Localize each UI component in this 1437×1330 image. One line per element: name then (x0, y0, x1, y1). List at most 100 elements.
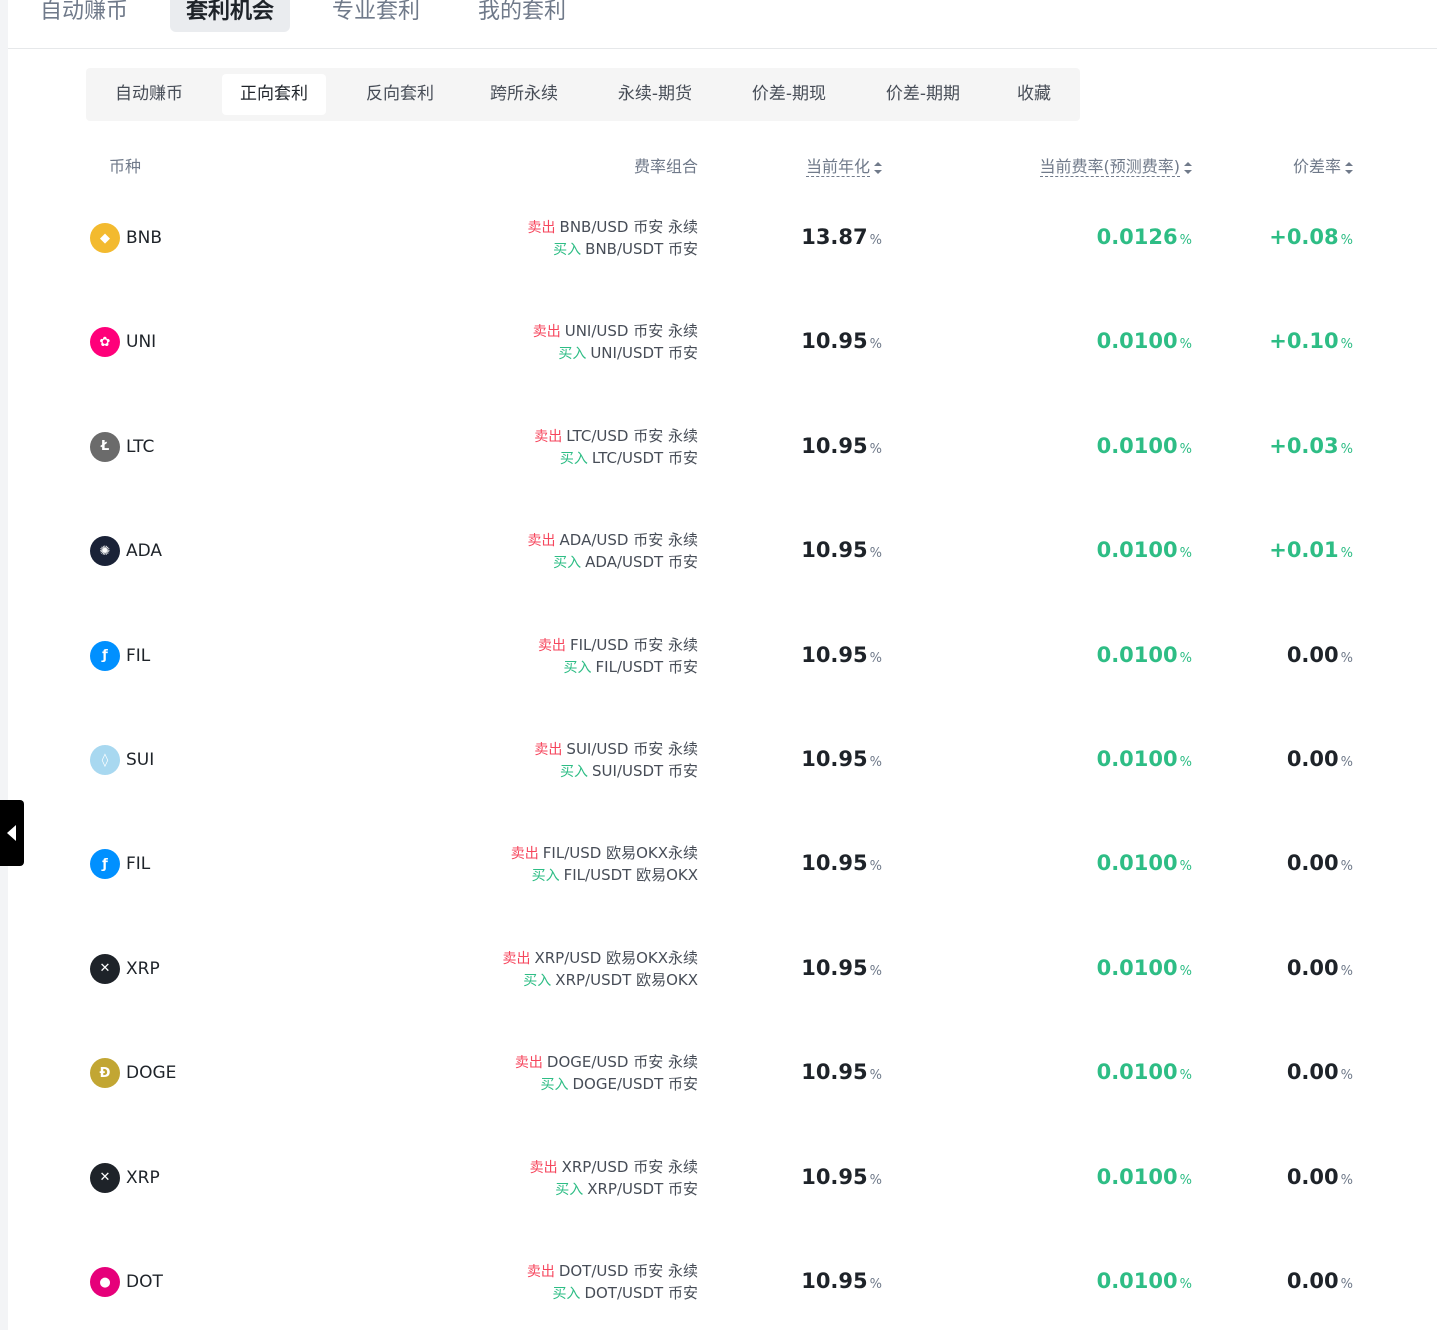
sui-icon: ◊ (90, 745, 120, 775)
sort-icon[interactable] (1345, 161, 1353, 174)
percent-sign: % (869, 1172, 882, 1188)
annualized-number: 10.95 (801, 642, 868, 667)
buy-pair: LTC/USDT 币安 (591, 448, 698, 467)
sell-pair: FIL/USD 欧易OKX永续 (542, 844, 698, 863)
percent-sign: % (869, 755, 882, 770)
sell-label: 卖出 (502, 950, 531, 967)
table-row[interactable]: Ð DOGE 卖出 DOGE/USD 币安 永续 买入 DOGE/USDT 币安 10.95… (86, 1021, 1376, 1125)
table-row[interactable]: ◆ BNB 卖出 BNB/USD 币安 永续 买入 BNB/USDT 币安 13.87% 0.… (86, 186, 1376, 290)
top-tab-pro-arbitrage[interactable]: 专业套利 (316, 0, 436, 32)
table-row[interactable]: ✕ XRP 卖出 XRP/USD 欧易OKX永续 买入 XRP/USDT 欧易OKX 10.… (86, 917, 1376, 1021)
sort-icon[interactable] (874, 161, 882, 174)
col-header-spread[interactable]: 价差率 (1293, 155, 1353, 179)
sell-leg: 卖出 SUI/USD 币安 永续 (534, 738, 698, 760)
coin-name: ADA (126, 541, 163, 562)
buy-pair: DOT/USDT 币安 (584, 1284, 698, 1302)
table-row[interactable]: ✺ ADA 卖出 ADA/USD 币安 永续 买入 ADA/USDT 币安 10.95% 0.… (86, 499, 1376, 603)
col-header-annual[interactable]: 当前年化 (805, 155, 882, 179)
sort-icon[interactable] (1184, 161, 1192, 174)
xrp-icon: ✕ (90, 953, 120, 984)
funding-rate-number: 0.0100 (1096, 955, 1178, 980)
percent-sign: % (869, 1068, 882, 1084)
rate-combo: 卖出 DOGE/USD 币安 永续 买入 DOGE/USDT 币安 (515, 1051, 698, 1095)
buy-pair: FIL/USDT 欧易OKX (563, 866, 698, 885)
top-tab-my-arbitrage[interactable]: 我的套利 (462, 0, 582, 32)
annualized-number: 10.95 (801, 747, 868, 771)
sub-tab-auto-earn[interactable]: 自动赚币 (96, 74, 202, 115)
sub-tab-cross-exchange-perpetual[interactable]: 跨所永续 (472, 74, 576, 115)
arbitrage-page: 自动赚币 套利机会 专业套利 我的套利 自动赚币 正向套利 反向套利 跨所永续 … (0, 0, 1437, 1330)
sub-tab-spread-futures-futures[interactable]: 价差-期期 (868, 74, 978, 115)
buy-label: 买入 (555, 1181, 584, 1198)
table-row[interactable]: ✿ UNI 卖出 UNI/USD 币安 永续 买入 UNI/USDT 币安 10.95% 0.… (86, 290, 1376, 394)
buy-label: 买入 (560, 764, 589, 780)
spread-rate-value: +0.08% (1269, 225, 1353, 249)
funding-rate-value: 0.0100% (1097, 434, 1192, 458)
percent-sign: % (1340, 1277, 1353, 1292)
buy-leg: 买入 LTC/USDT 币安 (534, 447, 698, 469)
funding-rate-value: 0.0100% (1097, 1060, 1192, 1084)
spread-rate-number: 0.00 (1286, 1164, 1339, 1189)
rate-combo: 卖出 ADA/USD 币安 永续 买入 ADA/USDT 币安 (528, 529, 698, 573)
annualized-value: 10.95% (801, 1269, 882, 1293)
funding-rate-value: 0.0100% (1097, 1165, 1192, 1189)
sell-leg: 卖出 LTC/USD 币安 永续 (534, 425, 698, 447)
table-row[interactable]: ● DOT 卖出 DOT/USD 币安 永续 买入 DOT/USDT 币安 10.95% 0.… (86, 1230, 1376, 1330)
spread-rate-number: +0.01 (1269, 538, 1339, 563)
left-edge (0, 0, 8, 1330)
sub-tab-perpetual-futures[interactable]: 永续-期货 (596, 74, 714, 115)
sell-leg: 卖出 BNB/USD 币安 永续 (528, 216, 698, 238)
buy-leg: 买入 BNB/USDT 币安 (528, 238, 698, 260)
sub-tab-reverse-arbitrage[interactable]: 反向套利 (348, 74, 452, 115)
percent-sign: % (1340, 337, 1353, 353)
annualized-value: 10.95% (801, 747, 882, 771)
spread-rate-value: 0.00% (1287, 1269, 1353, 1293)
col-header-spread-label: 价差率 (1292, 157, 1341, 176)
sub-tab-favorites[interactable]: 收藏 (998, 74, 1070, 115)
coin-name: FIL (126, 645, 151, 666)
sell-pair: DOT/USD 币安 永续 (558, 1262, 698, 1280)
ada-icon: ✺ (90, 536, 120, 567)
buy-pair: FIL/USDT 币安 (595, 657, 698, 676)
sell-leg: 卖出 ADA/USD 币安 永续 (528, 529, 698, 551)
funding-rate-value: 0.0100% (1097, 329, 1192, 353)
funding-rate-number: 0.0100 (1096, 747, 1178, 771)
percent-sign: % (1179, 337, 1192, 353)
rate-combo: 卖出 UNI/USD 币安 永续 买入 UNI/USDT 币安 (533, 320, 698, 364)
table-row[interactable]: ◊ SUI 卖出 SUI/USD 币安 永续 买入 SUI/USDT 币安 10.95% 0.… (86, 708, 1376, 812)
top-tab-auto-earn[interactable]: 自动赚币 (24, 0, 144, 32)
spread-rate-number: 0.00 (1286, 747, 1339, 771)
table-row[interactable]: Ł LTC 卖出 LTC/USD 币安 永续 买入 LTC/USDT 币安 10.95% 0.… (86, 395, 1376, 499)
funding-rate-value: 0.0126% (1097, 225, 1192, 249)
col-header-rate[interactable]: 当前费率(预测费率) (1039, 155, 1192, 179)
percent-sign: % (1179, 546, 1192, 562)
annualized-value: 10.95% (801, 1060, 882, 1084)
percent-sign: % (869, 859, 882, 875)
buy-label: 买入 (563, 659, 592, 676)
spread-rate-number: +0.03 (1269, 433, 1339, 458)
table-row[interactable]: ✕ XRP 卖出 XRP/USD 币安 永续 买入 XRP/USDT 币安 10.95% 0.… (86, 1126, 1376, 1230)
sub-tab-forward-arbitrage[interactable]: 正向套利 (222, 74, 326, 115)
top-tab-arbitrage-opportunities[interactable]: 套利机会 (170, 0, 291, 32)
collapse-sidebar-button[interactable] (0, 800, 24, 866)
sell-label: 卖出 (534, 428, 563, 445)
percent-sign: % (1179, 441, 1192, 457)
sell-leg: 卖出 FIL/USD 欧易OKX永续 (511, 842, 698, 864)
rate-combo: 卖出 BNB/USD 币安 永续 买入 BNB/USDT 币安 (528, 216, 698, 260)
sell-leg: 卖出 DOGE/USD 币安 永续 (515, 1051, 698, 1073)
ltc-icon: Ł (90, 431, 120, 462)
buy-label: 买入 (540, 1077, 569, 1094)
coin-name: DOT (126, 1272, 163, 1292)
sell-pair: DOGE/USD 币安 永续 (546, 1053, 698, 1072)
funding-rate-value: 0.0100% (1097, 538, 1192, 562)
percent-sign: % (1179, 963, 1192, 979)
funding-rate-number: 0.0100 (1096, 1060, 1178, 1085)
sub-tab-spread-futures-spot[interactable]: 价差-期现 (734, 74, 844, 115)
table-row[interactable]: ƒ FIL 卖出 FIL/USD 币安 永续 买入 FIL/USDT 币安 10.95% 0.… (86, 604, 1376, 708)
percent-sign: % (1179, 1172, 1192, 1188)
spread-rate-number: +0.10 (1269, 329, 1339, 354)
buy-pair: XRP/USDT 欧易OKX (555, 970, 698, 989)
sell-pair: UNI/USD 币安 永续 (564, 322, 698, 341)
table-row[interactable]: ƒ FIL 卖出 FIL/USD 欧易OKX永续 买入 FIL/USDT 欧易OKX 10.… (86, 812, 1376, 916)
buy-leg: 买入 FIL/USDT 欧易OKX (511, 864, 698, 886)
